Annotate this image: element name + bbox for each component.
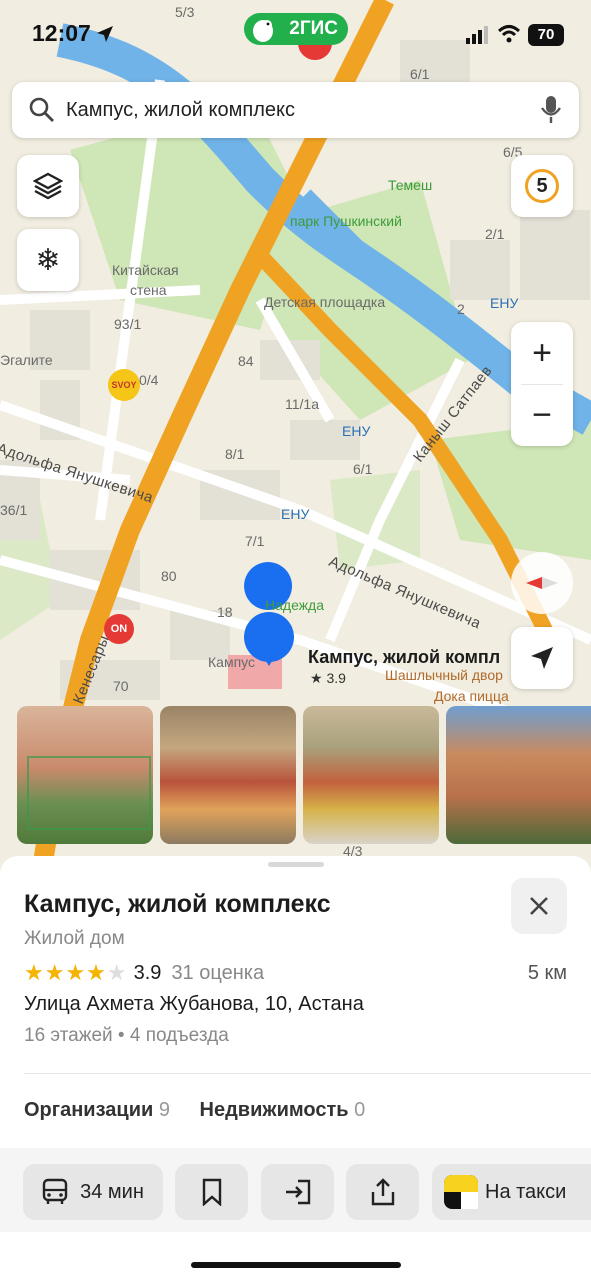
pin-tail [259,650,279,666]
sheet-handle[interactable] [268,862,324,867]
place-category: Жилой дом [24,928,125,949]
battery-indicator: 70 [528,24,564,46]
map-label: 11/1а [285,396,319,412]
map-label: 6/1 [353,461,373,477]
rating-row[interactable]: ★★★★★ ★★★★★ 3.9 31 оценка [24,961,264,985]
layers-button[interactable] [17,155,79,217]
svoy-marker[interactable]: SVOY [108,369,140,401]
map-label: 2 [457,301,465,317]
map-label: 0/4 [139,372,159,388]
traffic-score: 5 [525,169,559,203]
snowflake-icon: ❄ [35,243,61,277]
route-button[interactable]: 34 мин [23,1164,163,1220]
map-label-egalite[interactable]: Эгалите [0,352,53,368]
entrance-button[interactable] [261,1164,334,1220]
map-label-enu[interactable]: ЕНУ [281,506,309,522]
layers-icon [33,172,63,200]
search-input[interactable]: Кампус, жилой комплекс [66,99,295,122]
wifi-icon [497,25,521,43]
map-label-enu[interactable]: ЕНУ [490,295,518,311]
zoom-out-button[interactable]: − [511,384,573,446]
map-label: 84 [238,353,254,369]
divider [24,1073,591,1074]
bookmark-icon [202,1178,221,1206]
map-label-shashlyk[interactable]: Шашлычный двор [385,667,503,683]
map-label: 18 [217,604,233,620]
microphone-icon[interactable] [540,95,562,125]
place-title: Кампус, жилой комплекс [24,890,331,918]
search-bar[interactable]: Кампус, жилой комплекс [12,82,579,138]
map-label: 36/1 [0,502,28,518]
enter-icon [285,1179,310,1205]
compass-button[interactable] [511,552,573,614]
photo-thumbnail[interactable] [160,706,296,844]
map-label-china-wall: стена [130,282,167,298]
distance: 5 км [527,962,567,984]
taxi-logo-icon [444,1175,478,1209]
route-time: 34 мин [80,1180,144,1203]
photo-thumbnail[interactable] [446,706,591,844]
bus-icon [42,1178,68,1204]
home-indicator[interactable] [191,1262,401,1268]
navigation-arrow-icon [531,647,553,669]
winter-mode-button[interactable]: ❄ [17,229,79,291]
traffic-score-button[interactable]: 5 [511,155,573,217]
reviews-count[interactable]: 31 оценка [171,962,264,985]
status-time: 12:07 [32,20,91,46]
photo-strip[interactable] [0,706,591,844]
building-details: 16 этажей • 4 подъезда [24,1025,229,1046]
location-arrow-icon [97,26,113,42]
map-label-park[interactable]: парк Пушкинский [290,213,402,229]
bookmark-button[interactable] [175,1164,248,1220]
map-label-nadezhda[interactable]: Надежда [265,597,324,613]
status-bar: 12:07 2ГИС 70 [0,0,591,70]
map-label-kampus: Кампус [208,654,255,670]
map-label-doka[interactable]: Дока пицца [434,688,509,704]
map-label: 93/1 [114,316,142,332]
tabs-row: Организации 9 Недвижимость 0 [24,1099,365,1122]
map-label-temesh[interactable]: Темеш [388,177,432,193]
share-icon [371,1178,394,1206]
my-location-button[interactable] [511,627,573,689]
close-button[interactable] [511,878,567,934]
map-label: 7/1 [245,533,265,549]
compass-icon [526,577,558,589]
share-button[interactable] [346,1164,419,1220]
search-icon [29,97,54,122]
zoom-controls: + − [511,322,573,446]
on-marker[interactable]: ON [104,614,134,644]
pin-rating: ★ 3.9 [310,670,346,686]
pin-title[interactable]: Кампус, жилой компл [308,647,500,668]
map-label: 2/1 [485,226,505,242]
map-label-enu[interactable]: ЕНУ [342,423,370,439]
rating-stars: ★★★★★ ★★★★★ [24,960,128,985]
zoom-in-button[interactable]: + [511,322,573,384]
rating-value: 3.9 [133,961,162,984]
map-label-playground[interactable]: Детская площадка [264,294,385,310]
map-label: 8/1 [225,446,245,462]
tab-real-estate[interactable]: Недвижимость 0 [200,1099,366,1121]
tab-organizations[interactable]: Организации 9 [24,1099,170,1121]
brand-logo-icon [253,20,273,42]
taxi-button[interactable]: На такси [432,1164,591,1220]
signal-icon [466,26,488,44]
close-icon [530,897,548,915]
taxi-label: На такси [485,1180,567,1203]
photo-thumbnail[interactable] [17,706,153,844]
map-label: 80 [161,568,177,584]
map-label-china-wall: Китайская [112,262,179,278]
photo-thumbnail[interactable] [303,706,439,844]
map-label: 70 [113,678,129,694]
place-address[interactable]: Улица Ахмета Жубанова, 10, Астана [24,993,364,1016]
